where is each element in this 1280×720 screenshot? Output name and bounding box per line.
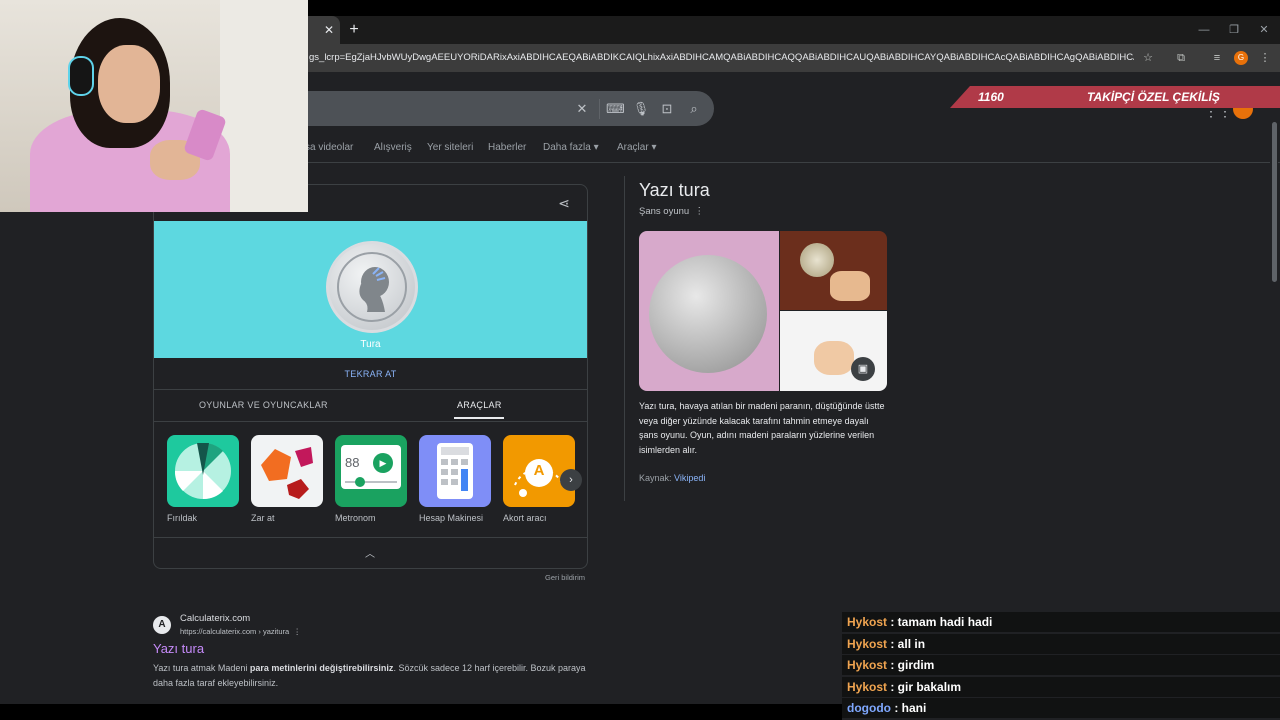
result-title-link[interactable]: Yazı tura — [153, 641, 204, 656]
tool-dice[interactable]: Zar at — [251, 435, 323, 523]
tool-spinner[interactable]: Fırıldak — [167, 435, 239, 523]
stream-bottom-bar — [0, 704, 842, 720]
knowledge-panel-description: Yazı tura, havaya atılan bir madeni para… — [639, 401, 885, 455]
stream-chat-overlay: Hykost : tamam hadi hadi Hykost : all in… — [842, 612, 1280, 720]
coin-rim — [337, 252, 407, 322]
coin-photo[interactable] — [639, 231, 779, 391]
tab-shopping[interactable]: Alışveriş — [374, 142, 412, 153]
tool-label: Hesap Makinesi — [419, 513, 484, 523]
bookmark-star-icon[interactable]: ☆ — [1140, 50, 1156, 66]
coin-display[interactable]: Tura — [154, 221, 587, 358]
search-divider — [599, 99, 600, 119]
divider — [154, 421, 587, 422]
url-field[interactable]: gs_lcrp=EgZjaHJvbWUyDwgAEEUYORiDARixAxiA… — [309, 52, 1134, 63]
lens-icon[interactable]: ⊡ — [658, 100, 676, 118]
tab-games-and-toys[interactable]: OYUNLAR VE OYUNCAKLAR — [199, 400, 328, 410]
site-favicon: A — [153, 616, 171, 634]
media-queue-icon[interactable]: ≡ — [1209, 50, 1225, 66]
tab-tools[interactable]: Araçlar ▾ — [617, 142, 657, 153]
hand-flip-photo[interactable] — [780, 311, 887, 391]
search-icon[interactable]: ⌕ — [685, 100, 703, 118]
scroll-thumb[interactable] — [1272, 122, 1277, 282]
webcam-overlay — [0, 0, 308, 212]
banner-number: 1160 — [978, 90, 1004, 104]
tool-label: Fırıldak — [167, 513, 198, 523]
maximize-icon[interactable]: ❐ — [1226, 22, 1242, 38]
image-gallery-icon[interactable]: ▣ — [851, 357, 875, 381]
chat-message: Hykost : tamam hadi hadi — [842, 612, 1280, 632]
close-tab-icon[interactable]: ✕ — [320, 21, 338, 39]
close-window-icon[interactable]: ✕ — [1256, 22, 1272, 38]
dice-icon — [251, 435, 323, 507]
knowledge-panel-title: Yazı tura — [639, 180, 710, 200]
microphone-icon[interactable]: 🎙 — [632, 100, 650, 118]
thumb-flip-photo[interactable] — [780, 231, 887, 310]
tab-short-videos[interactable]: sa videolar — [305, 142, 353, 153]
banner-text: TAKİPÇİ ÖZEL ÇEKİLİŞ — [1087, 90, 1220, 104]
profile-portrait-icon — [359, 267, 389, 312]
keyboard-icon[interactable]: ⌨ — [606, 100, 625, 118]
chat-message: Hykost : girdim — [842, 655, 1280, 675]
streamer-face — [98, 45, 160, 123]
extensions-icon[interactable]: ⧉ — [1173, 50, 1189, 66]
spinner-icon — [167, 435, 239, 507]
tab-news[interactable]: Haberler — [488, 142, 526, 153]
coin-image — [326, 241, 418, 333]
screen: ✕ + — ❐ ✕ gs_lcrp=EgZjaHJvbWUyDwgAEEUYOR… — [0, 0, 1280, 720]
knowledge-panel-source: Kaynak: Vikipedi — [639, 473, 706, 483]
tool-metronome[interactable]: 88 ▶ Metronom — [335, 435, 407, 523]
knowledge-panel-images[interactable]: ▣ — [639, 231, 887, 391]
collapse-chevron-icon[interactable]: ︿ — [360, 545, 380, 561]
calculator-icon — [419, 435, 491, 507]
chat-message: Hykost : all in — [842, 634, 1280, 654]
tab-places[interactable]: Yer siteleri — [427, 142, 473, 153]
clear-search-icon[interactable]: ✕ — [573, 100, 591, 118]
feedback-link[interactable]: Geri bildirim — [545, 573, 585, 582]
result-menu-icon[interactable]: ⋮ — [293, 627, 301, 636]
tab-tools-active[interactable]: ARAÇLAR — [457, 400, 502, 410]
coin-flip-widget: ⋖ Tura TEKRAR AT OYUNLAR VE OYUNCAKLAR A… — [153, 184, 588, 569]
knowledge-panel-subtitle: Şans oyunu ⋮ — [639, 206, 704, 217]
active-tab-indicator — [454, 417, 504, 419]
coin-icon — [649, 255, 767, 373]
knowledge-panel-divider — [624, 176, 625, 501]
tool-label: Akort aracı — [503, 513, 547, 523]
new-tab-icon[interactable]: + — [344, 20, 364, 40]
coin-result-label: Tura — [360, 339, 381, 350]
tool-label: Zar at — [251, 513, 275, 523]
result-url[interactable]: https://calculaterix.com › yazitura ⋮ — [180, 627, 301, 636]
wikipedia-link[interactable]: Vikipedi — [674, 473, 705, 483]
tab-more[interactable]: Daha fazla ▾ — [543, 142, 599, 153]
minimize-icon[interactable]: — — [1196, 22, 1212, 38]
divider — [154, 537, 587, 538]
search-box[interactable]: ✕ ⌨ 🎙 ⊡ ⌕ — [290, 91, 714, 126]
more-options-icon[interactable]: ⋮ — [694, 206, 704, 217]
next-arrow-icon[interactable]: › — [560, 469, 582, 491]
chat-message: Hykost : gir bakalım — [842, 677, 1280, 697]
share-icon[interactable]: ⋖ — [554, 193, 574, 213]
browser-menu-icon[interactable]: ⋮ — [1257, 50, 1273, 66]
tool-label: Metronom — [335, 513, 376, 523]
metronome-icon: 88 ▶ — [335, 435, 407, 507]
tool-calculator[interactable]: Hesap Makinesi — [419, 435, 491, 523]
giveaway-banner: 1160 TAKİPÇİ ÖZEL ÇEKİLİŞ — [950, 86, 1280, 108]
chat-message: dogodo : hani — [842, 698, 1280, 718]
divider — [154, 389, 587, 390]
profile-avatar[interactable]: G — [1234, 51, 1248, 65]
result-snippet: Yazı tura atmak Madeni para metinlerini … — [153, 663, 586, 688]
headset-icon — [68, 56, 94, 96]
flip-again-button[interactable]: TEKRAR AT — [154, 369, 587, 379]
result-site-name[interactable]: Calculaterix.com — [180, 613, 250, 624]
